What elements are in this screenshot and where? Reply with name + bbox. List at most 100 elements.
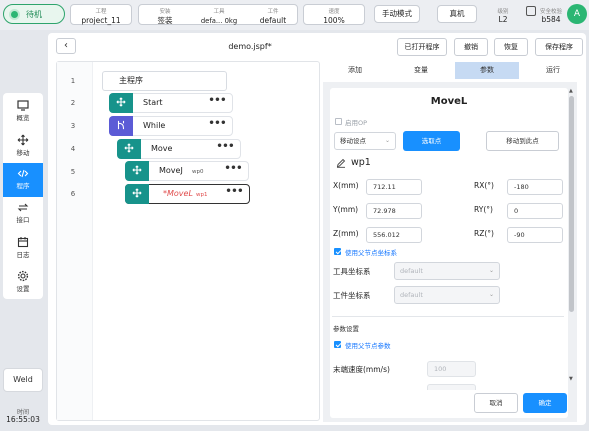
program-tree [56,61,320,421]
speed-info[interactable]: 速度 100% [303,4,365,25]
section-divider [332,316,564,317]
user-avatar[interactable]: A [567,4,587,24]
tree-node-while[interactable]: While ••• [109,116,233,136]
tab-variables[interactable]: 变量 [389,62,453,79]
edit-icon[interactable] [336,158,346,168]
workpiece-value: default [259,16,287,25]
more-options-icon[interactable]: ••• [208,115,226,133]
safety-checksum-icon [526,6,536,16]
gear-icon [17,270,29,282]
enable-op-checkbox[interactable] [335,118,342,125]
ry-input[interactable]: 0 [507,203,563,219]
chevron-down-icon: ⌄ [488,291,494,298]
y-label: Y(mm) [333,205,359,214]
scrollbar-thumb[interactable] [569,96,574,312]
tree-node-movel-selected[interactable]: *MoveL wp1 ••• [125,184,250,204]
robot-status-indicator[interactable]: 待机 [3,4,65,24]
rz-label: RZ(°) [474,229,494,238]
move-to-point-button[interactable]: 移动到此点 [486,131,559,151]
nav-item-settings[interactable]: 设置 [3,265,43,299]
nav-label-settings: 设置 [16,285,30,293]
use-parent-params-label: 使用父节点参数 [345,342,391,350]
node-waypoint: wp1 [196,192,208,198]
level-caption: 级别 [497,9,509,15]
safety-value: b584 [541,15,561,24]
use-parent-params-checkbox[interactable] [334,341,341,348]
project-info[interactable]: 工程 project_11 [70,4,132,25]
real-robot-button[interactable]: 真机 [437,5,477,23]
move-node-icon [109,93,133,113]
pick-point-button[interactable]: 选取点 [403,131,460,151]
install-caption: 安装 [159,9,171,15]
z-input[interactable]: 556.012 [366,227,422,243]
move-point-select-value: 移动设点 [340,137,366,145]
tree-root-main-program[interactable]: 主程序 [102,71,227,91]
left-nav: 概览 移动 程序 接口 日志 设置 [3,93,43,299]
rx-label: RX(°) [474,181,494,190]
tool-value: defa... [200,17,223,25]
tool-frame-label: 工具坐标系 [333,267,371,276]
node-label: Move [151,144,173,153]
more-options-icon[interactable]: ••• [208,92,226,110]
status-label: 待机 [26,10,42,19]
confirm-button[interactable]: 确定 [523,393,567,413]
install-tool-workpiece-info[interactable]: 安装 签装 工具 defa... 0kg 工件 default [138,4,298,25]
speed-caption: 速度 [328,9,340,15]
more-options-icon[interactable]: ••• [224,160,242,178]
node-waypoint: wp0 [192,169,204,175]
tree-node-movej[interactable]: MoveJ wp0 ••• [125,161,249,181]
y-input[interactable]: 72.978 [366,203,422,219]
more-options-icon[interactable]: ••• [216,138,234,156]
line-number: 5 [70,168,76,176]
end-speed-input[interactable]: 100 [427,361,476,377]
node-label: MoveJ [159,166,183,175]
node-label: Start [143,98,163,107]
scroll-up-icon[interactable]: ▲ [569,88,573,94]
level-value: L2 [498,15,508,24]
nav-label-program: 程序 [16,182,30,190]
line-number-gutter [57,62,93,420]
back-button[interactable]: ‹ [56,38,76,54]
level-info: 级别 L2 [490,4,516,24]
weld-button[interactable]: Weld [3,368,43,392]
x-label: X(mm) [333,181,359,190]
line-number: 1 [70,77,76,85]
tab-add[interactable]: 添加 [323,62,387,79]
nav-item-move[interactable]: 移动 [3,129,43,163]
tab-run[interactable]: 运行 [521,62,585,79]
cancel-button[interactable]: 取消 [474,393,518,413]
program-filename: demo.jspf* [228,42,272,51]
work-frame-select[interactable]: default ⌄ [394,286,500,304]
clock-time: 16:55:03 [6,415,40,424]
open-program-button[interactable]: 已打开程序 [397,38,447,56]
z-label: Z(mm) [333,229,359,238]
rz-input[interactable]: -90 [507,227,563,243]
line-number: 2 [70,99,76,107]
move-point-select[interactable]: 移动设点 ⌄ [334,132,396,150]
tree-node-start[interactable]: Start ••• [109,93,233,113]
nav-label-interface: 接口 [16,216,30,224]
nav-item-interface[interactable]: 接口 [3,197,43,231]
tab-parameters[interactable]: 参数 [455,62,519,79]
x-input[interactable]: 712.11 [366,179,422,195]
end-speed-label: 末端速度(mm/s) [333,365,390,374]
loop-node-icon [109,116,133,136]
nav-item-overview[interactable]: 概览 [3,95,43,129]
use-parent-frame-checkbox[interactable] [334,248,341,255]
undo-button[interactable]: 撤销 [454,38,488,56]
scroll-down-icon[interactable]: ▼ [569,376,573,382]
use-parent-frame-label: 使用父节点坐标系 [345,249,397,257]
manual-mode-button[interactable]: 手动模式 [374,5,420,23]
tree-node-move[interactable]: Move ••• [117,139,241,159]
nav-item-log[interactable]: 日志 [3,231,43,265]
work-frame-label: 工件坐标系 [333,291,371,300]
save-program-button[interactable]: 保存程序 [535,38,583,56]
more-options-icon[interactable]: ••• [225,183,243,201]
right-panel-tabs: 添加 变量 参数 运行 [323,62,585,79]
nav-item-program[interactable]: 程序 [3,163,43,197]
redo-button[interactable]: 恢复 [494,38,528,56]
safety-checksum-info[interactable]: 安全校验 b584 [536,4,566,24]
tool-frame-select[interactable]: default ⌄ [394,262,500,280]
speed-value: 100% [323,16,345,25]
rx-input[interactable]: -180 [507,179,563,195]
